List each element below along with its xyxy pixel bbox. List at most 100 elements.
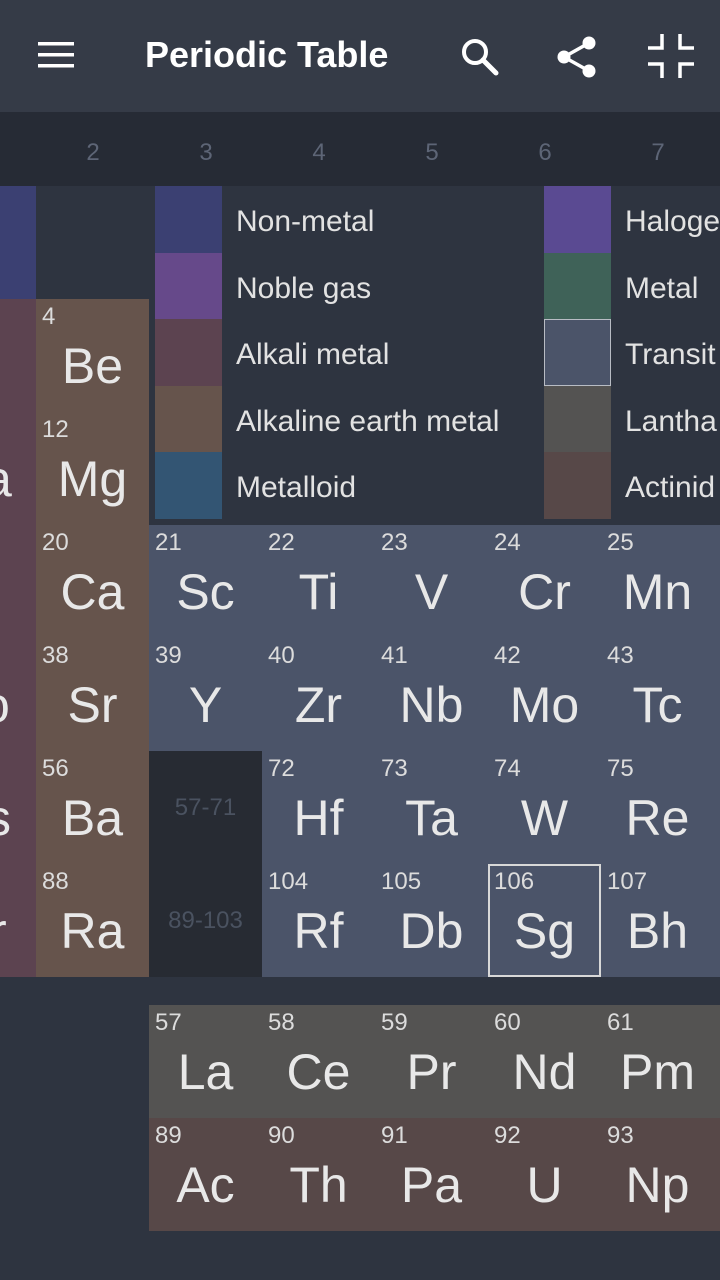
atomic-number: 24 (494, 529, 521, 556)
legend-label-lanthanide: Lantha (625, 405, 717, 438)
element-symbol: Bh (626, 903, 689, 959)
atomic-number: 39 (155, 642, 182, 669)
group-number: 6 (538, 139, 552, 166)
legend-label-nonmetal: Non-metal (236, 205, 375, 238)
legend-swatch-alkaline-earth[interactable] (155, 386, 222, 453)
element-cell-partial[interactable] (0, 186, 36, 299)
atomic-number: 56 (42, 755, 69, 782)
element-cell[interactable]: 91 Pa (375, 1118, 488, 1231)
group-number: 3 (199, 139, 213, 166)
atomic-number: 58 (268, 1009, 295, 1036)
element-symbol: Cr (518, 564, 571, 620)
legend-swatch-nonmetal[interactable] (155, 186, 222, 253)
element-symbol: Nd (512, 1044, 577, 1100)
fullscreen-exit-icon[interactable] (646, 32, 696, 80)
element-cell[interactable]: 43 Tc (601, 638, 720, 751)
search-icon[interactable] (460, 37, 500, 77)
element-cell[interactable]: 39 Y (149, 638, 262, 751)
element-cell[interactable]: 38 Sr (36, 638, 149, 751)
element-cell[interactable]: 90 Th (262, 1118, 375, 1231)
legend-swatch-metal[interactable] (544, 253, 611, 320)
element-symbol: Np (625, 1157, 690, 1213)
element-cell[interactable]: 23 V (375, 525, 488, 638)
element-cell[interactable]: 73 Ta (375, 751, 488, 864)
element-cell[interactable]: 57 La (149, 1005, 262, 1118)
group-number: 2 (86, 139, 100, 166)
atomic-number: 105 (381, 868, 422, 895)
element-cell[interactable]: 74 W (488, 751, 601, 864)
element-symbol-partial: r (0, 902, 7, 960)
element-cell[interactable]: 59 Pr (375, 1005, 488, 1118)
element-cell[interactable]: 60 Nd (488, 1005, 601, 1118)
app-bar: Periodic Table (0, 0, 720, 112)
atomic-number: 74 (494, 755, 521, 782)
element-cell[interactable]: 93 Np (601, 1118, 720, 1231)
element-symbol: Y (188, 677, 223, 733)
atomic-number: 72 (268, 755, 295, 782)
element-cell[interactable]: 88 Ra (36, 864, 149, 977)
group-number: 4 (312, 139, 326, 166)
actinide-range-placeholder: 89-103 (149, 864, 262, 977)
atomic-number: 90 (268, 1122, 295, 1149)
element-symbol-partial: s (0, 789, 11, 847)
legend-swatch-actinide[interactable] (544, 452, 611, 519)
element-cell[interactable]: 41 Nb (375, 638, 488, 751)
element-symbol: W (520, 790, 569, 846)
element-cell[interactable]: 21 Sc (149, 525, 262, 638)
legend-swatch-halogen[interactable] (544, 186, 611, 253)
element-cell[interactable]: 56 Ba (36, 751, 149, 864)
atomic-number: 88 (42, 868, 69, 895)
element-symbol: Ba (61, 790, 124, 846)
atomic-number: 21 (155, 529, 182, 556)
element-symbol: V (414, 564, 449, 620)
legend-swatch-transition-metal[interactable] (544, 319, 611, 386)
atomic-number: 92 (494, 1122, 521, 1149)
atomic-number: 40 (268, 642, 295, 669)
element-symbol: La (177, 1044, 234, 1100)
element-cell[interactable]: 22 Ti (262, 525, 375, 638)
element-cell[interactable]: 4 Be (36, 299, 149, 412)
element-symbol: Pa (400, 1157, 463, 1213)
element-cell[interactable]: 40 Zr (262, 638, 375, 751)
element-cell[interactable]: 92 U (488, 1118, 601, 1231)
share-icon[interactable] (556, 35, 598, 79)
atomic-number: 75 (607, 755, 634, 782)
element-cell[interactable]: 61 Pm (601, 1005, 720, 1118)
element-symbol: Th (289, 1157, 348, 1213)
legend-label-noble-gas: Noble gas (236, 272, 372, 305)
element-cell[interactable]: 25 Mn (601, 525, 720, 638)
element-symbol: Pr (406, 1044, 457, 1100)
atomic-number: 89 (155, 1122, 182, 1149)
element-cell[interactable]: 107 Bh (601, 864, 720, 977)
menu-icon[interactable] (36, 40, 76, 72)
element-symbol: Rf (293, 903, 344, 959)
element-cell[interactable]: 105 Db (375, 864, 488, 977)
atomic-number: 41 (381, 642, 408, 669)
element-cell[interactable]: 58 Ce (262, 1005, 375, 1118)
element-cell[interactable]: 72 Hf (262, 751, 375, 864)
element-cell[interactable]: 20 Ca (36, 525, 149, 638)
group-number: 7 (651, 139, 665, 166)
legend-swatch-noble-gas[interactable] (155, 253, 222, 320)
element-cell[interactable]: 89 Ac (149, 1118, 262, 1231)
element-symbol: Re (625, 790, 690, 846)
element-cell[interactable]: 12 Mg (36, 412, 149, 525)
element-symbol: Nb (399, 677, 464, 733)
atomic-number: 104 (268, 868, 309, 895)
legend-label-halogen: Haloge (625, 205, 720, 238)
atomic-number: 38 (42, 642, 69, 669)
element-cell[interactable]: 42 Mo (488, 638, 601, 751)
legend-swatch-alkali-metal[interactable] (155, 319, 222, 386)
element-symbol: Sc (176, 564, 235, 620)
atomic-number: 42 (494, 642, 521, 669)
atomic-number: 25 (607, 529, 634, 556)
element-cell[interactable]: 75 Re (601, 751, 720, 864)
element-cell-selected[interactable]: 106 Sg (488, 864, 601, 977)
element-cell[interactable]: 104 Rf (262, 864, 375, 977)
legend-swatch-metalloid[interactable] (155, 452, 222, 519)
element-cell[interactable]: 24 Cr (488, 525, 601, 638)
legend-swatch-lanthanide[interactable] (544, 386, 611, 453)
page-title: Periodic Table (145, 34, 389, 75)
alkali-metal-column-partial[interactable] (0, 299, 36, 977)
element-symbol: Be (61, 338, 124, 394)
